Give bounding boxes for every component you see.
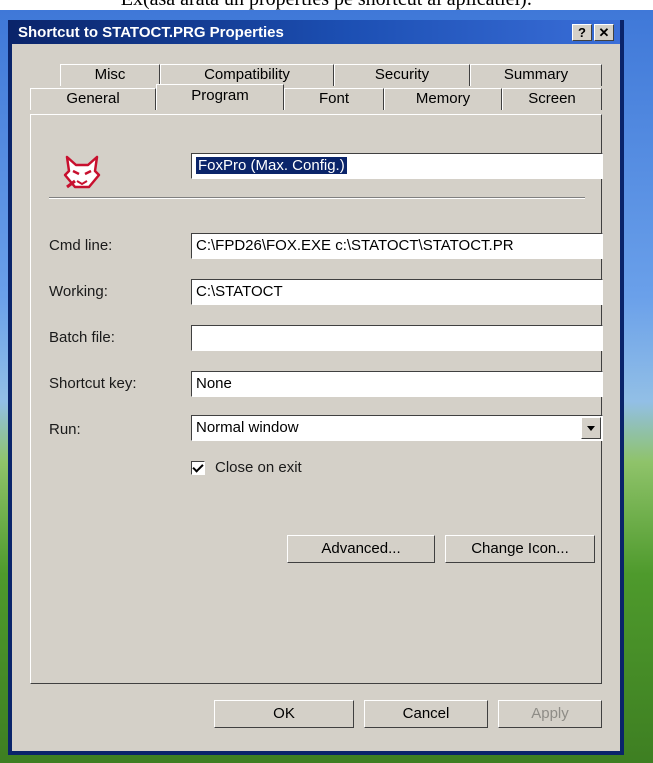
batch-file-field[interactable] (191, 325, 603, 351)
close-button[interactable]: ✕ (594, 24, 614, 41)
working-label: Working: (49, 283, 108, 300)
batch-file-label: Batch file: (49, 329, 115, 346)
advanced-button[interactable]: Advanced... (287, 535, 435, 563)
cancel-button[interactable]: Cancel (364, 700, 488, 728)
help-button[interactable]: ? (572, 24, 592, 41)
tab-security[interactable]: Security (334, 64, 470, 86)
separator (49, 197, 585, 199)
close-on-exit-checkbox[interactable] (191, 461, 205, 475)
desktop-background: Shortcut to STATOCT.PRG Properties ? ✕ M… (0, 10, 653, 763)
tab-font[interactable]: Font (284, 88, 384, 110)
close-on-exit-label: Close on exit (215, 459, 302, 476)
tab-program[interactable]: Program (156, 84, 284, 110)
shortcut-key-field[interactable]: None (191, 371, 603, 397)
apply-button[interactable]: Apply (498, 700, 602, 728)
working-field[interactable]: C:\STATOCT (191, 279, 603, 305)
tab-misc[interactable]: Misc (60, 64, 160, 86)
tab-summary[interactable]: Summary (470, 64, 602, 86)
change-icon-button[interactable]: Change Icon... (445, 535, 595, 563)
title-bar[interactable]: Shortcut to STATOCT.PRG Properties ? ✕ (12, 20, 620, 44)
cmd-line-label: Cmd line: (49, 237, 113, 254)
window-title: Shortcut to STATOCT.PRG Properties (18, 24, 284, 41)
page-caption: Ex(asa arata un properties pe shortcut a… (0, 0, 653, 10)
shortcut-key-label: Shortcut key: (49, 375, 137, 392)
tab-general[interactable]: General (30, 88, 156, 110)
ok-button[interactable]: OK (214, 700, 354, 728)
run-select-value: Normal window (196, 419, 299, 436)
properties-dialog: Shortcut to STATOCT.PRG Properties ? ✕ M… (8, 20, 624, 755)
cmd-line-field[interactable]: C:\FPD26\FOX.EXE c:\STATOCT\STATOCT.PR (191, 233, 603, 259)
tab-memory[interactable]: Memory (384, 88, 502, 110)
program-name-field[interactable]: FoxPro (Max. Config.) (191, 153, 603, 179)
chevron-down-icon[interactable] (581, 417, 601, 439)
program-name-value: FoxPro (Max. Config.) (195, 156, 348, 175)
run-label: Run: (49, 421, 81, 438)
fox-icon (63, 155, 101, 189)
run-select[interactable]: Normal window (191, 415, 603, 441)
program-tab-panel: FoxPro (Max. Config.) Cmd line: C:\FPD26… (30, 114, 603, 684)
tab-screen[interactable]: Screen (502, 88, 602, 110)
tab-compatibility[interactable]: Compatibility (160, 64, 334, 86)
